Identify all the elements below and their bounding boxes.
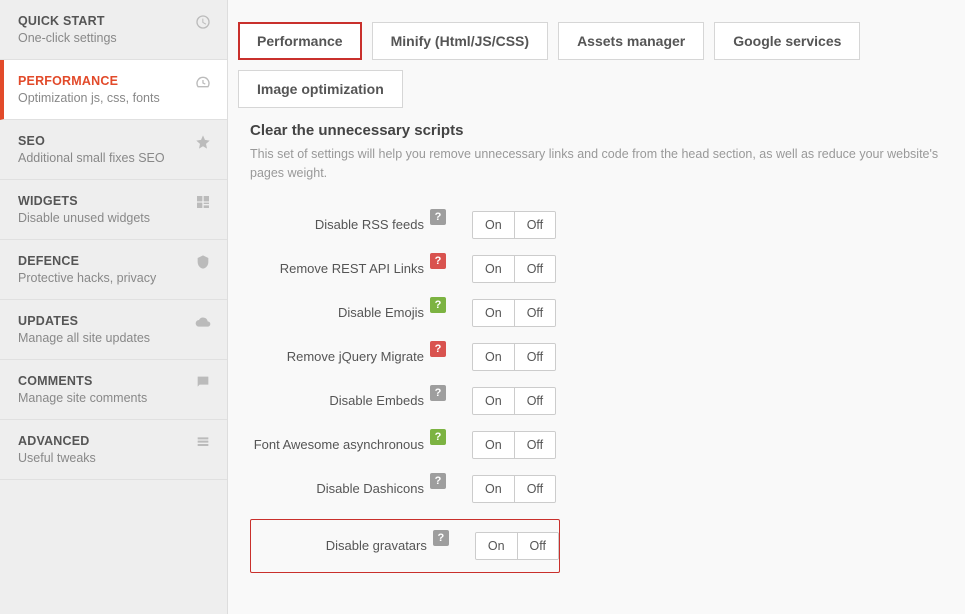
help-icon[interactable]: ? xyxy=(430,341,446,357)
list-icon xyxy=(195,434,211,453)
toggle[interactable]: OnOff xyxy=(472,431,556,459)
toggle-off[interactable]: Off xyxy=(514,256,555,282)
toggle[interactable]: OnOff xyxy=(475,532,559,560)
toggle-on[interactable]: On xyxy=(473,476,514,502)
setting-row: Disable Emojis? OnOff xyxy=(250,299,943,327)
sidebar-item-sub: Useful tweaks xyxy=(18,451,209,465)
sidebar-item-title: DEFENCE xyxy=(18,254,209,268)
section-heading: Clear the unnecessary scripts xyxy=(250,122,943,139)
toggle[interactable]: OnOff xyxy=(472,343,556,371)
sidebar-item-performance[interactable]: PERFORMANCE Optimization js, css, fonts xyxy=(0,60,227,120)
setting-row: Disable Dashicons? OnOff xyxy=(250,475,943,503)
setting-label: Disable RSS feeds? xyxy=(250,217,450,233)
tab-google-services[interactable]: Google services xyxy=(714,22,860,60)
sidebar-item-title: UPDATES xyxy=(18,314,209,328)
toggle-off[interactable]: Off xyxy=(517,533,558,559)
sidebar-item-sub: Manage site comments xyxy=(18,391,209,405)
setting-label: Disable gravatars? xyxy=(253,538,453,554)
toggle-off[interactable]: Off xyxy=(514,344,555,370)
section-desc: This set of settings will help you remov… xyxy=(250,145,943,183)
sidebar-item-title: PERFORMANCE xyxy=(18,74,209,88)
toggle[interactable]: OnOff xyxy=(472,211,556,239)
setting-label: Disable Emojis? xyxy=(250,305,450,321)
sidebar-item-quick-start[interactable]: QUICK START One-click settings xyxy=(0,0,227,60)
toggle-on[interactable]: On xyxy=(473,432,514,458)
sidebar-item-seo[interactable]: SEO Additional small fixes SEO xyxy=(0,120,227,180)
toggle-on[interactable]: On xyxy=(473,388,514,414)
toggle[interactable]: OnOff xyxy=(472,387,556,415)
section-header: Clear the unnecessary scripts This set o… xyxy=(228,116,965,203)
toggle[interactable]: OnOff xyxy=(472,475,556,503)
toggle-off[interactable]: Off xyxy=(514,212,555,238)
toggle[interactable]: OnOff xyxy=(472,255,556,283)
sidebar-item-advanced[interactable]: ADVANCED Useful tweaks xyxy=(0,420,227,480)
comment-icon xyxy=(195,374,211,393)
toggle-on[interactable]: On xyxy=(473,256,514,282)
toggle-on[interactable]: On xyxy=(473,300,514,326)
setting-label: Disable Embeds? xyxy=(250,393,450,409)
help-icon[interactable]: ? xyxy=(433,530,449,546)
settings-list: Disable RSS feeds?OnOffRemove REST API L… xyxy=(228,203,965,597)
help-icon[interactable]: ? xyxy=(430,209,446,225)
tab-performance[interactable]: Performance xyxy=(238,22,362,60)
widgets-icon xyxy=(195,194,211,213)
toggle-on[interactable]: On xyxy=(476,533,517,559)
setting-label: Remove REST API Links? xyxy=(250,261,450,277)
cloud-icon xyxy=(195,314,211,333)
toggle-off[interactable]: Off xyxy=(514,388,555,414)
setting-row: Font Awesome asynchronous? OnOff xyxy=(250,431,943,459)
toggle-off[interactable]: Off xyxy=(514,476,555,502)
sidebar-item-title: COMMENTS xyxy=(18,374,209,388)
sidebar-item-title: WIDGETS xyxy=(18,194,209,208)
gauge-icon xyxy=(195,74,211,93)
sidebar-item-sub: Disable unused widgets xyxy=(18,211,209,225)
sidebar-item-sub: Protective hacks, privacy xyxy=(18,271,209,285)
help-icon[interactable]: ? xyxy=(430,297,446,313)
setting-label: Remove jQuery Migrate? xyxy=(250,349,450,365)
setting-label: Font Awesome asynchronous? xyxy=(250,437,450,453)
help-icon[interactable]: ? xyxy=(430,385,446,401)
shield-icon xyxy=(195,254,211,273)
sidebar-item-defence[interactable]: DEFENCE Protective hacks, privacy xyxy=(0,240,227,300)
toggle-on[interactable]: On xyxy=(473,344,514,370)
toggle[interactable]: OnOff xyxy=(472,299,556,327)
help-icon[interactable]: ? xyxy=(430,429,446,445)
help-icon[interactable]: ? xyxy=(430,253,446,269)
setting-row: Disable Embeds? OnOff xyxy=(250,387,943,415)
setting-row: Remove jQuery Migrate? OnOff xyxy=(250,343,943,371)
toggle-off[interactable]: Off xyxy=(514,300,555,326)
star-icon xyxy=(195,134,211,153)
sidebar-item-title: QUICK START xyxy=(18,14,209,28)
tab-image-optimization[interactable]: Image optimization xyxy=(238,70,403,108)
sidebar-item-sub: Optimization js, css, fonts xyxy=(18,91,209,105)
sidebar: QUICK START One-click settings PERFORMANCE… xyxy=(0,0,228,614)
toggle-off[interactable]: Off xyxy=(514,432,555,458)
tab-minify-html-js-css-[interactable]: Minify (Html/JS/CSS) xyxy=(372,22,548,60)
main-panel: Performance Minify (Html/JS/CSS) Assets ma… xyxy=(228,0,965,614)
toggle-on[interactable]: On xyxy=(473,212,514,238)
setting-label: Disable Dashicons? xyxy=(250,481,450,497)
sidebar-item-sub: Additional small fixes SEO xyxy=(18,151,209,165)
sidebar-item-widgets[interactable]: WIDGETS Disable unused widgets xyxy=(0,180,227,240)
clock-icon xyxy=(195,14,211,33)
setting-row: Disable gravatars? OnOff xyxy=(250,519,943,573)
sidebar-item-updates[interactable]: UPDATES Manage all site updates xyxy=(0,300,227,360)
sidebar-item-title: SEO xyxy=(18,134,209,148)
setting-row: Disable RSS feeds? OnOff xyxy=(250,211,943,239)
tabs: Performance Minify (Html/JS/CSS) Assets ma… xyxy=(228,0,965,116)
sidebar-item-title: ADVANCED xyxy=(18,434,209,448)
setting-label-wrap: Disable gravatars? OnOff xyxy=(250,519,560,573)
help-icon[interactable]: ? xyxy=(430,473,446,489)
tab-assets-manager[interactable]: Assets manager xyxy=(558,22,704,60)
sidebar-item-comments[interactable]: COMMENTS Manage site comments xyxy=(0,360,227,420)
sidebar-item-sub: Manage all site updates xyxy=(18,331,209,345)
setting-row: Remove REST API Links? OnOff xyxy=(250,255,943,283)
sidebar-item-sub: One-click settings xyxy=(18,31,209,45)
